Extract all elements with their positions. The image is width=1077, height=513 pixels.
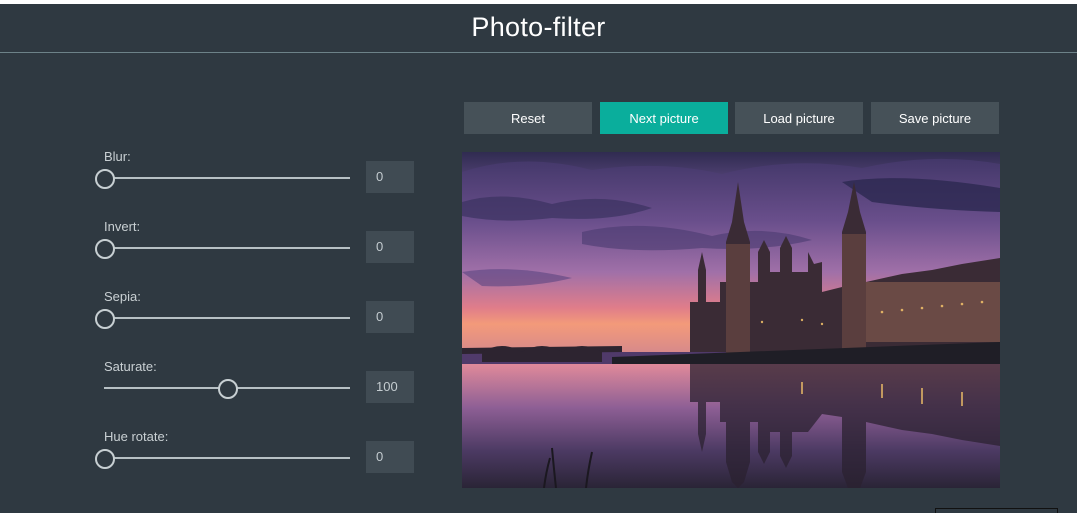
save-picture-button[interactable]: Save picture (871, 102, 999, 134)
invert-label: Invert: (104, 219, 141, 234)
blur-slider[interactable] (95, 168, 350, 189)
filter-blur: Blur: 0 (95, 149, 424, 211)
hue-rotate-slider[interactable] (95, 448, 350, 469)
app-header: Photo-filter (0, 4, 1077, 53)
slider-thumb[interactable] (95, 169, 115, 189)
blur-value[interactable]: 0 (366, 161, 414, 193)
saturate-value[interactable]: 100 (366, 371, 414, 403)
bottom-edge-fragment (935, 508, 1058, 513)
filter-saturate: Saturate: 100 (104, 359, 424, 421)
slider-track (104, 177, 350, 179)
blur-label: Blur: (104, 149, 131, 164)
invert-value[interactable]: 0 (366, 231, 414, 263)
filter-hue-rotate: Hue rotate: 0 (95, 429, 424, 491)
slider-thumb[interactable] (95, 309, 115, 329)
photo-filter-app: Photo-filter Blur: 0 Invert: 0 Sepia: 0 … (0, 4, 1077, 513)
saturate-slider[interactable] (104, 378, 350, 399)
reset-button[interactable]: Reset (464, 102, 592, 134)
load-picture-button[interactable]: Load picture (735, 102, 863, 134)
filter-invert: Invert: 0 (95, 219, 424, 281)
sepia-slider[interactable] (95, 308, 350, 329)
app-title: Photo-filter (471, 11, 606, 42)
filter-sepia: Sepia: 0 (95, 289, 424, 351)
slider-track (104, 317, 350, 319)
hue-rotate-label: Hue rotate: (104, 429, 169, 444)
photo-preview (462, 152, 1000, 488)
hue-rotate-value[interactable]: 0 (366, 441, 414, 473)
sepia-label: Sepia: (104, 289, 141, 304)
slider-track (104, 247, 350, 249)
cathedral-river-photo (462, 152, 1000, 488)
sepia-value[interactable]: 0 (366, 301, 414, 333)
slider-thumb[interactable] (95, 239, 115, 259)
invert-slider[interactable] (95, 238, 350, 259)
saturate-label: Saturate: (104, 359, 157, 374)
slider-track (104, 457, 350, 459)
slider-thumb[interactable] (218, 379, 238, 399)
next-picture-button[interactable]: Next picture (600, 102, 728, 134)
slider-thumb[interactable] (95, 449, 115, 469)
